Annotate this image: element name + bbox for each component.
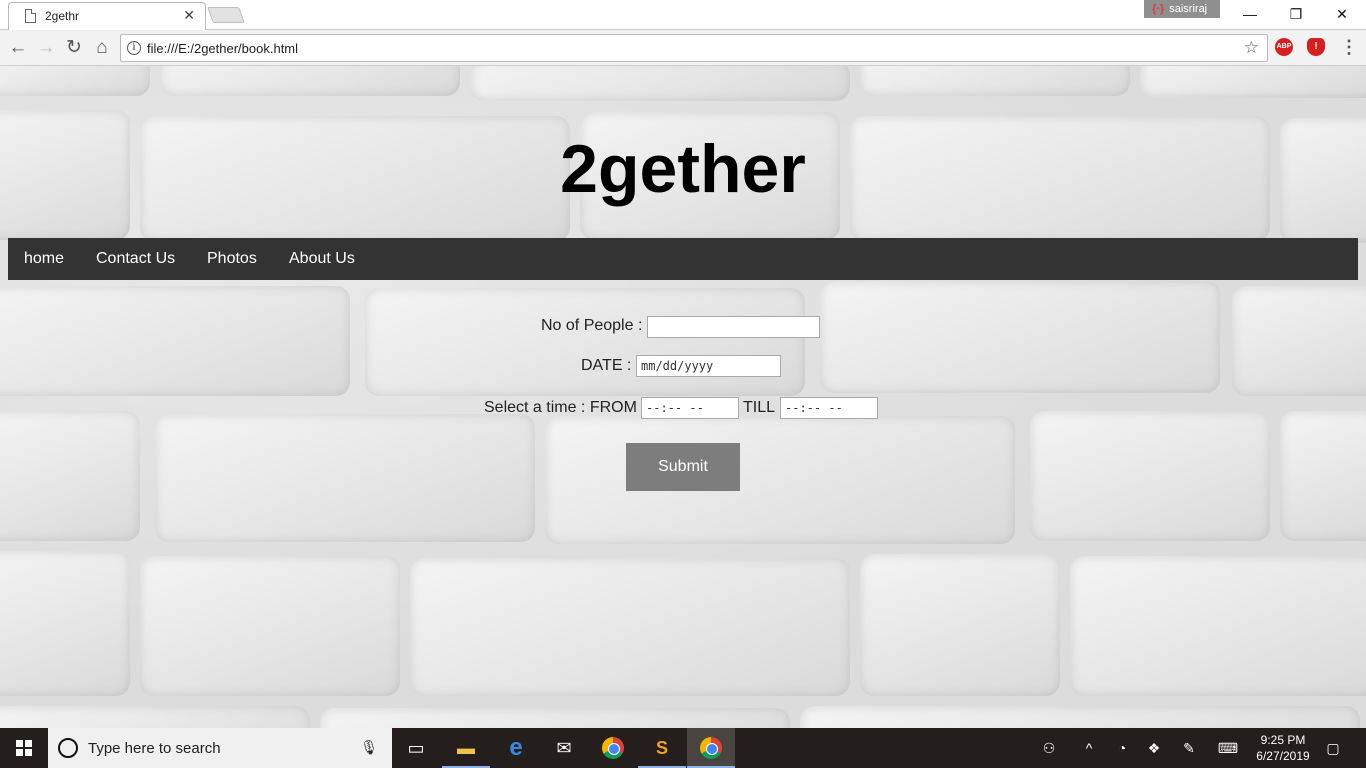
home-icon[interactable]: ⌂ — [90, 36, 114, 60]
profile-icon: {·} — [1152, 3, 1165, 15]
pen-icon[interactable]: ✎ — [1176, 728, 1202, 768]
sublime-text-icon[interactable]: S — [638, 728, 686, 768]
time-till-input[interactable]: --:-- -- — [780, 397, 878, 419]
browser-toolbar: ← → ↻ ⌂ i file:///E:/2gether/book.html ☆… — [0, 30, 1366, 66]
page-icon — [25, 9, 36, 23]
people-label: No of People : — [541, 317, 643, 334]
tab-close-icon[interactable]: ✕ — [183, 7, 195, 24]
date-label: DATE : — [581, 357, 632, 374]
address-bar[interactable]: i file:///E:/2gether/book.html ☆ — [120, 34, 1268, 62]
edge-icon[interactable]: e — [492, 728, 540, 768]
submit-button[interactable]: Submit — [626, 443, 740, 491]
mail-icon[interactable]: ✉ — [540, 728, 588, 768]
browser-tabstrip: 2gethr ✕ {·} saisriraj — ❐ ✕ — [0, 0, 1366, 30]
close-window-button[interactable]: ✕ — [1319, 0, 1365, 28]
chrome-active-icon[interactable] — [687, 728, 735, 768]
people-icon[interactable]: ⚇ — [1036, 728, 1062, 768]
profile-chip[interactable]: {·} saisriraj — [1144, 0, 1220, 18]
clock-time: 9:25 PM — [1260, 733, 1306, 747]
address-url: file:///E:/2gether/book.html — [147, 41, 299, 56]
cortana-icon — [58, 738, 78, 758]
info-icon[interactable]: i — [127, 41, 141, 55]
clock-date: 6/27/2019 — [1256, 749, 1310, 763]
adblock-extension-icon[interactable]: ABP — [1275, 38, 1293, 56]
browser-menu-icon[interactable]: ⋮ — [1340, 37, 1358, 58]
task-view-icon[interactable]: ▭ — [392, 728, 440, 768]
dropbox-icon[interactable]: ❖ — [1142, 728, 1166, 768]
chrome-icon[interactable] — [589, 728, 637, 768]
minimize-button[interactable]: — — [1227, 0, 1273, 28]
windows-logo-icon — [16, 740, 32, 756]
tab-title: 2gethr — [45, 9, 80, 23]
shield-extension-icon[interactable]: ! — [1307, 38, 1325, 56]
date-input[interactable]: mm/dd/yyyy — [636, 355, 781, 377]
page-background: 2gether home Contact Us Photos About Us … — [0, 66, 1366, 728]
show-hidden-icons-chevron-icon[interactable]: ^ — [1078, 728, 1100, 768]
site-title: 2gether — [560, 131, 806, 207]
bookmark-star-icon[interactable]: ☆ — [1244, 38, 1259, 58]
forward-arrow-icon[interactable]: → — [34, 36, 58, 60]
windows-taskbar: Type here to search 🎙 ▭ ▬ e ✉ S ⚇ ^ ◔ ❖ … — [0, 728, 1366, 768]
nav-link-photos[interactable]: Photos — [207, 238, 257, 280]
search-placeholder: Type here to search — [88, 740, 221, 757]
wifi-icon[interactable]: ◔ — [1110, 728, 1134, 768]
time-from-input[interactable]: --:-- -- — [641, 397, 739, 419]
time-till-label: TILL — [743, 399, 776, 416]
reload-icon[interactable]: ↻ — [62, 36, 86, 60]
back-arrow-icon[interactable]: ← — [6, 36, 30, 60]
new-tab-button[interactable] — [207, 7, 245, 23]
microphone-icon[interactable]: 🎙 — [360, 739, 378, 756]
nav-link-about-us[interactable]: About Us — [289, 238, 355, 280]
site-navbar: home Contact Us Photos About Us — [8, 238, 1358, 280]
nav-link-home[interactable]: home — [24, 238, 64, 280]
nav-link-contact-us[interactable]: Contact Us — [96, 238, 175, 280]
time-from-label: Select a time : FROM — [484, 399, 637, 416]
browser-tab-active[interactable]: 2gethr ✕ — [8, 2, 206, 30]
action-center-icon[interactable]: ▢ — [1320, 728, 1346, 768]
start-button[interactable] — [0, 728, 48, 768]
file-explorer-icon[interactable]: ▬ — [442, 728, 490, 768]
taskbar-search-box[interactable]: Type here to search 🎙 — [48, 728, 392, 768]
people-input[interactable] — [647, 316, 820, 338]
keyboard-icon[interactable]: ⌨ — [1212, 728, 1244, 768]
taskbar-clock[interactable]: 9:25 PM 6/27/2019 — [1248, 732, 1318, 764]
profile-name: saisriraj — [1169, 3, 1208, 15]
restore-button[interactable]: ❐ — [1273, 0, 1319, 28]
